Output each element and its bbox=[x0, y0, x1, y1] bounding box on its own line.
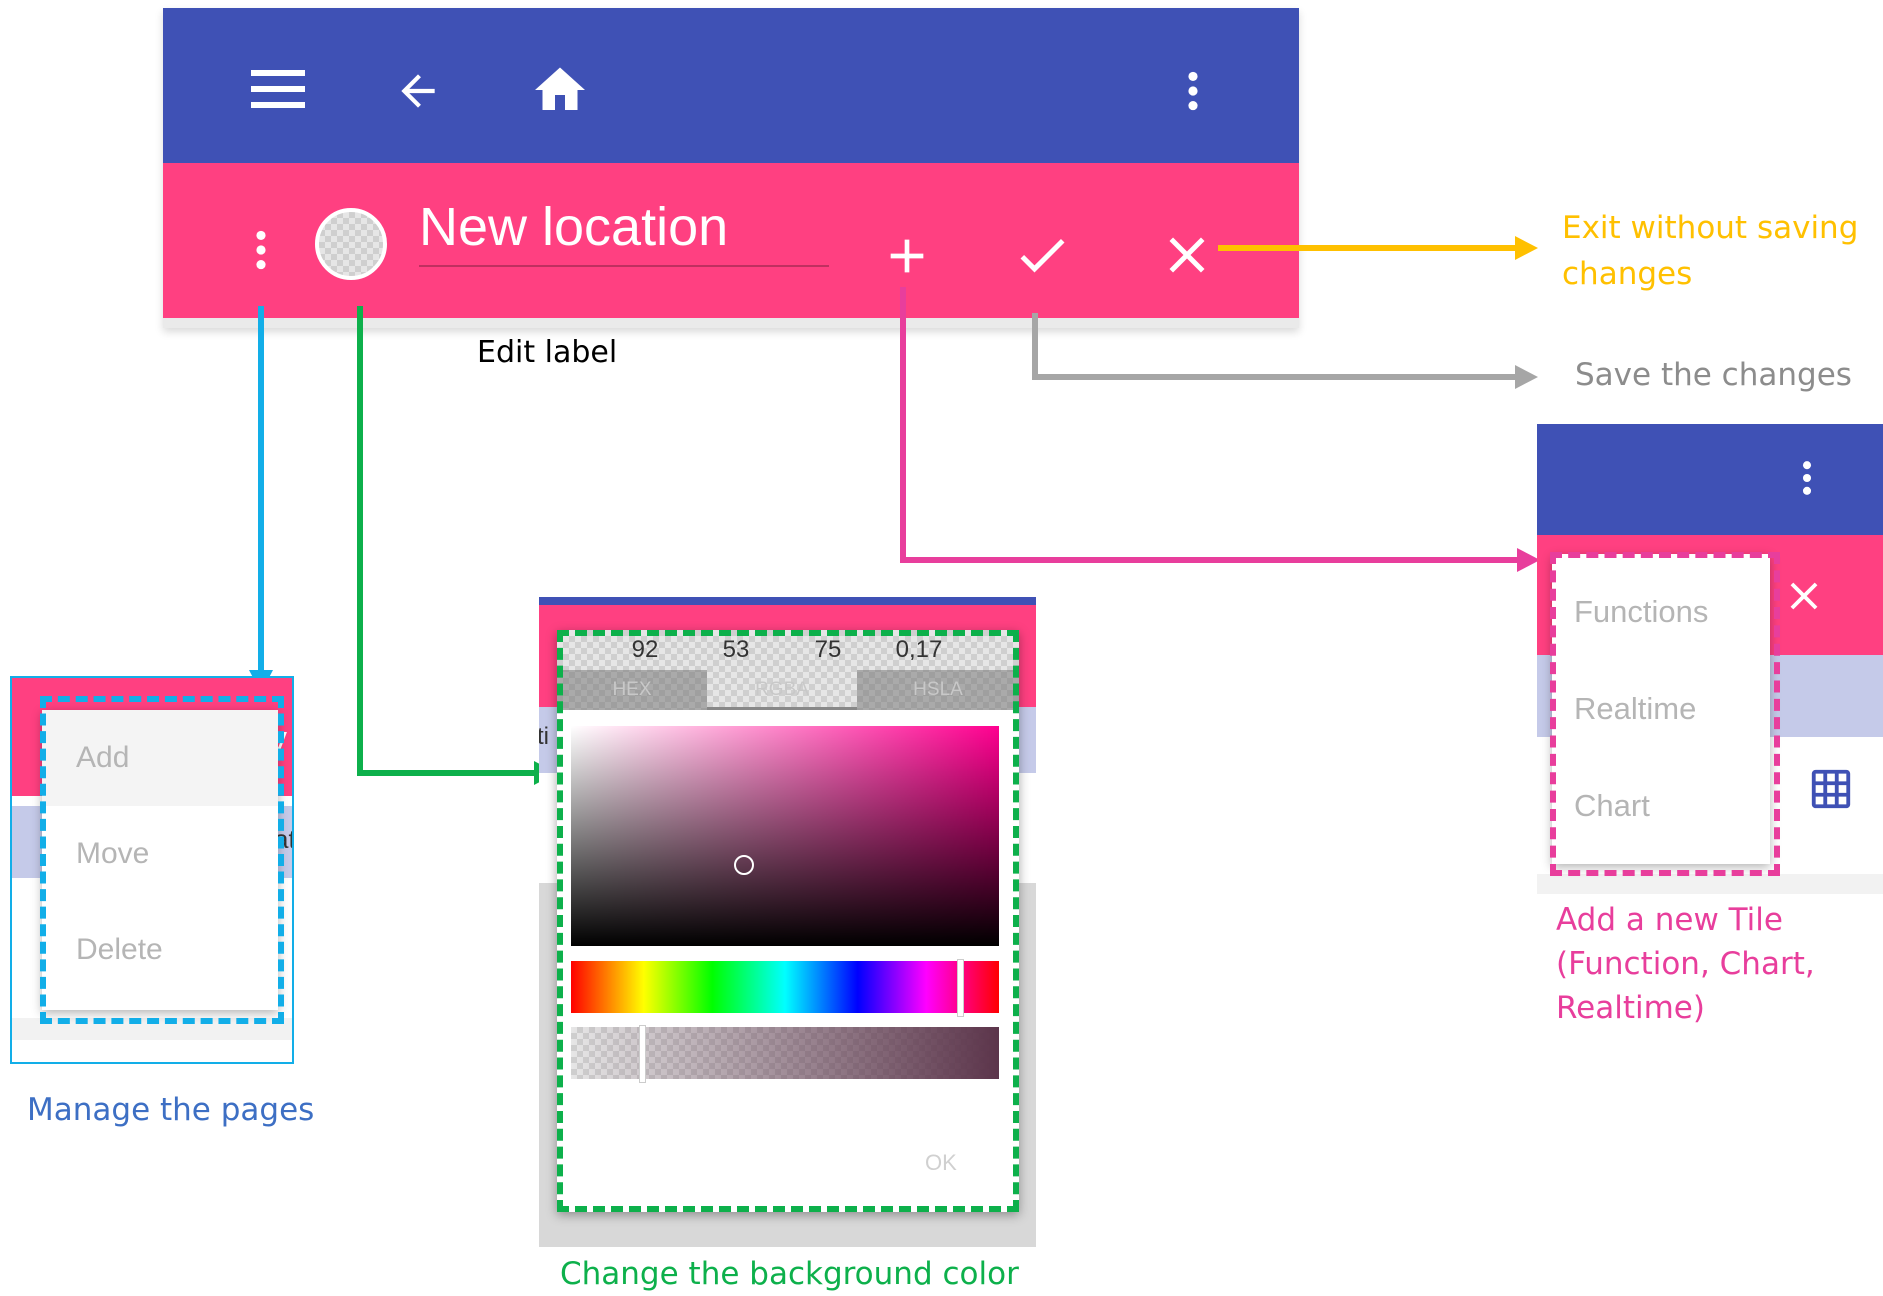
change-bg-caption: Change the background color bbox=[560, 1256, 1019, 1292]
add-tile-caption-line2: (Function, Chart, bbox=[1556, 946, 1815, 982]
close-icon[interactable] bbox=[1781, 573, 1827, 619]
arrow-color bbox=[357, 306, 534, 776]
add-tile-caption-line1: Add a new Tile bbox=[1556, 902, 1783, 938]
add-tile-caption: Add a new Tile (Function, Chart, Realtim… bbox=[1556, 898, 1815, 1030]
tile-menu-screenshot: Functions Realtime Chart bbox=[1537, 424, 1883, 894]
grid-icon[interactable] bbox=[1808, 766, 1854, 812]
exit-caption-line2: changes bbox=[1562, 256, 1693, 292]
tile-list-bottom bbox=[1537, 874, 1883, 894]
arrow-exit-head bbox=[1515, 236, 1538, 260]
color-picker-screenshot: ti 92 53 75 0,17 HEX RGBA HSLA OK bbox=[539, 597, 1036, 1247]
blue-strip bbox=[539, 597, 1036, 605]
more-vertical-icon[interactable] bbox=[1785, 456, 1829, 500]
page-menu-highlight bbox=[40, 696, 284, 1024]
page-menu-screenshot: v atu Add Move Delete bbox=[10, 676, 294, 1064]
exit-caption: Exit without saving changes bbox=[1562, 205, 1858, 297]
manage-pages-caption: Manage the pages bbox=[27, 1092, 315, 1128]
arrow-save-head bbox=[1515, 365, 1538, 389]
save-caption: Save the changes bbox=[1575, 357, 1852, 393]
exit-caption-line1: Exit without saving bbox=[1562, 210, 1859, 246]
tile-menu-highlight bbox=[1550, 552, 1780, 876]
arrow-save bbox=[1032, 313, 1515, 380]
add-tile-caption-line3: Realtime) bbox=[1556, 990, 1705, 1026]
primary-toolbar bbox=[1537, 424, 1883, 535]
color-picker-highlight bbox=[557, 630, 1019, 1212]
partial-list-text: ti bbox=[539, 723, 549, 750]
arrow-add-tile bbox=[900, 287, 1517, 563]
